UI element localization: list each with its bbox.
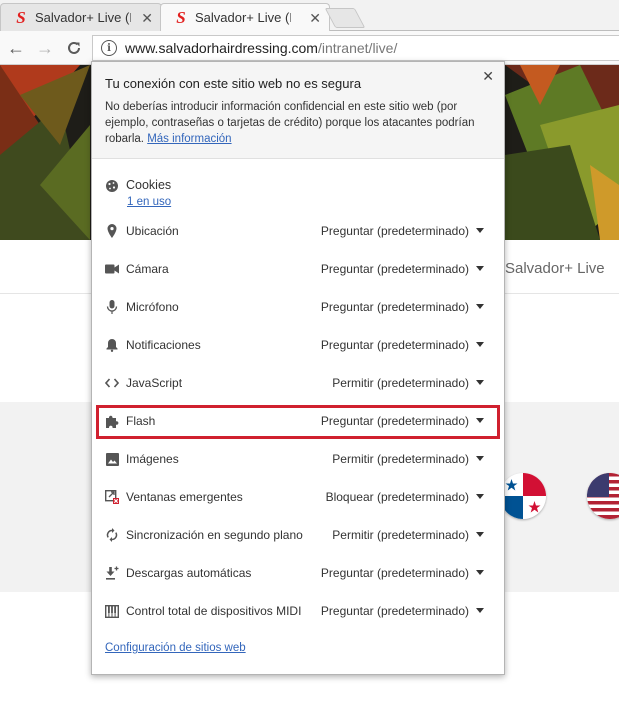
flash-highlight-box [96,405,500,439]
permission-select[interactable]: Permitir (predeterminado) [332,452,469,466]
permission-row-midi: Control total de dispositivos MIDI Pregu… [92,592,504,630]
new-tab-button[interactable] [324,8,366,28]
permission-label: Ventanas emergentes [126,490,243,504]
back-arrow-icon[interactable]: ← [5,37,27,59]
permission-select[interactable]: Permitir (predeterminado) [332,528,469,542]
permission-select[interactable]: Preguntar (predeterminado) [321,566,469,580]
popup-window-icon [105,490,119,504]
browser-tab-2[interactable]: S Salvador+ Live (I ✕ [160,3,330,31]
dropdown-caret-icon[interactable] [476,380,484,385]
permission-row-microphone: Micrófono Preguntar (predeterminado) [92,288,504,326]
site-nav-salvador-live[interactable]: Salvador+ Live [505,260,605,277]
permission-row-javascript: JavaScript Permitir (predeterminado) [92,364,504,402]
permission-label: JavaScript [126,376,183,390]
piano-keys-icon [105,604,119,618]
dropdown-caret-icon[interactable] [476,266,484,271]
tab-title: Salvador+ Live (I [195,10,291,25]
dropdown-caret-icon[interactable] [476,570,484,575]
panama-flag-icon[interactable] [500,473,546,519]
more-info-link[interactable]: Más información [147,133,231,145]
image-icon [105,452,119,466]
url-text: www.salvadorhairdressing.com/intranet/li… [125,40,397,56]
dropdown-caret-icon[interactable] [476,608,484,613]
address-bar[interactable]: i www.salvadorhairdressing.com/intranet/… [92,35,619,61]
permission-row-automatic-downloads: Descargas automáticas Preguntar (predete… [92,554,504,592]
browser-toolbar: ← → i www.salvadorhairdressing.com/intra… [0,31,619,65]
permission-label: Notificaciones [126,338,201,352]
cookies-label: Cookies [126,178,172,192]
permission-label: Imágenes [126,452,179,466]
dropdown-caret-icon[interactable] [476,342,484,347]
site-info-icon[interactable]: i [101,40,117,56]
connection-status-title: Tu conexión con este sitio web no es seg… [105,76,362,91]
connection-security-header: Tu conexión con este sitio web no es seg… [92,62,504,159]
reload-icon[interactable] [63,37,85,59]
permission-row-notifications: Notificaciones Preguntar (predeterminado… [92,326,504,364]
browser-tab-1[interactable]: S Salvador+ Live (I ✕ [0,3,162,31]
url-path: /intranet/live/ [317,40,398,56]
connection-warning-text: No deberías introducir información confi… [105,99,495,147]
permission-row-images: Imágenes Permitir (predeterminado) [92,440,504,478]
permission-select[interactable]: Preguntar (predeterminado) [321,224,469,238]
cookies-in-use-link[interactable]: 1 en uso [127,196,171,208]
permission-label: Micrófono [126,300,179,314]
permission-row-location: Ubicación Preguntar (predeterminado) [92,212,504,250]
dropdown-caret-icon[interactable] [476,304,484,309]
permission-label: Descargas automáticas [126,566,252,580]
permission-select[interactable]: Preguntar (predeterminado) [321,338,469,352]
bell-icon [105,338,119,352]
camera-icon [105,262,119,276]
dropdown-caret-icon[interactable] [476,456,484,461]
sync-icon [105,528,119,542]
permission-row-popups: Ventanas emergentes Bloquear (predetermi… [92,478,504,516]
site-info-popup: Tu conexión con este sitio web no es seg… [91,61,505,675]
close-tab-icon[interactable]: ✕ [309,10,321,27]
permission-label: Sincronización en segundo plano [126,528,303,542]
permission-select[interactable]: Preguntar (predeterminado) [321,300,469,314]
permission-select[interactable]: Preguntar (predeterminado) [321,604,469,618]
permission-row-background-sync: Sincronización en segundo plano Permitir… [92,516,504,554]
site-settings-link[interactable]: Configuración de sitios web [105,642,246,654]
permission-select[interactable]: Permitir (predeterminado) [332,376,469,390]
close-tab-icon[interactable]: ✕ [141,10,153,27]
forward-arrow-icon[interactable]: → [34,37,56,59]
dropdown-caret-icon[interactable] [476,228,484,233]
permission-label: Control total de dispositivos MIDI [126,604,302,618]
location-pin-icon [105,224,119,238]
permission-label: Ubicación [126,224,179,238]
permission-label: Cámara [126,262,169,276]
microphone-icon [105,300,119,314]
dropdown-caret-icon[interactable] [476,494,484,499]
site-favicon-icon: S [16,7,26,27]
url-host: www.salvadorhairdressing.com [125,40,318,56]
permission-select[interactable]: Bloquear (predeterminado) [326,490,469,504]
dropdown-caret-icon[interactable] [476,532,484,537]
download-icon [105,566,119,580]
code-brackets-icon [105,376,119,390]
site-favicon-icon: S [176,7,186,27]
permission-select[interactable]: Preguntar (predeterminado) [321,262,469,276]
permission-row-camera: Cámara Preguntar (predeterminado) [92,250,504,288]
tab-title: Salvador+ Live (I [35,10,131,25]
cookie-icon [105,179,119,193]
tab-strip: S Salvador+ Live (I ✕ S Salvador+ Live (… [0,0,619,31]
close-icon[interactable]: ✕ [482,68,494,85]
